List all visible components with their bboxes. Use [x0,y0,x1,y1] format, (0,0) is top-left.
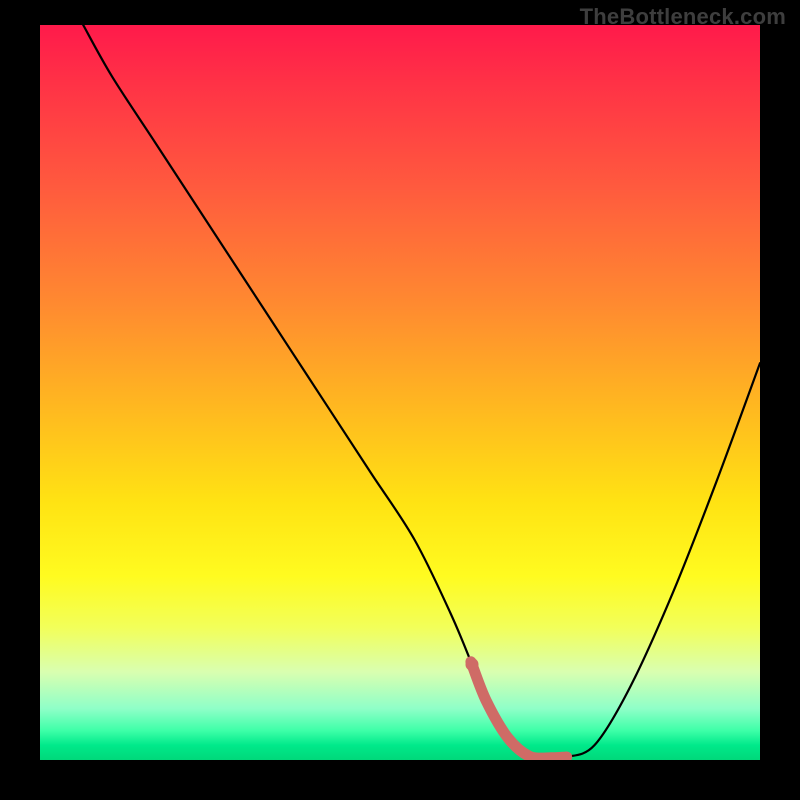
optimal-range-start-dot [466,658,479,671]
optimal-range-highlight [471,662,567,759]
bottleneck-curve [83,25,760,758]
chart-frame: TheBottleneck.com [0,0,800,800]
plot-area [40,25,760,760]
watermark-text: TheBottleneck.com [580,4,786,30]
curve-layer [40,25,760,760]
